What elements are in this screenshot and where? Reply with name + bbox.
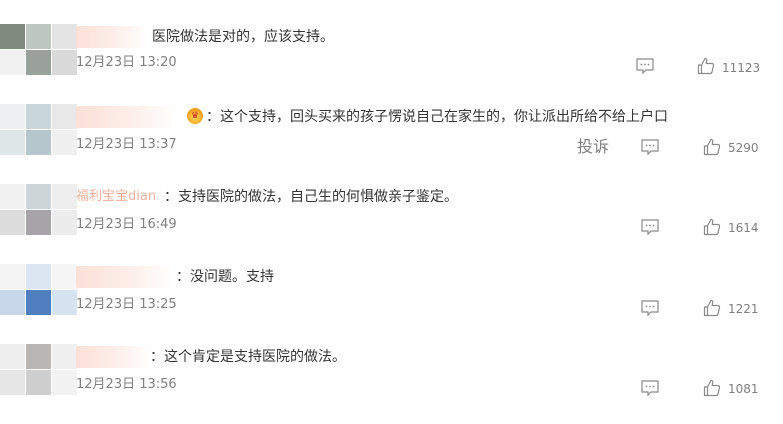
avatar-pixel [26,264,51,289]
comment-time: 12月23日 16:49 [76,217,177,232]
avatar-pixel [26,370,51,395]
avatar-pixel [26,344,51,369]
thumbs-up-icon[interactable] [703,138,721,156]
thumbs-up-icon[interactable] [703,299,721,317]
comment-bubble-icon[interactable] [636,58,654,74]
avatar-pixel [26,290,51,315]
username-blurred[interactable] [76,346,150,368]
avatar-pixel [0,184,25,209]
avatar-pixel [52,24,77,49]
comment-text: 医院做法是对的，应该支持。 [152,29,334,45]
comment-time: 12月23日 13:37 [76,137,177,152]
avatar-pixel [26,104,51,129]
avatar-pixel [26,184,51,209]
thumbs-up-icon[interactable] [703,379,721,397]
username-blurred[interactable] [76,26,148,48]
like-count: 11123 [722,61,761,75]
avatar-pixel [52,290,77,315]
crown-badge-icon: ♛ [187,108,203,124]
comment-item: 医院做法是对的，应该支持。 12月23日 13:20 11123 [0,24,783,104]
comment-text: ：支持医院的做法，自己生的何惧做亲子鉴定。 [164,189,458,205]
avatar-pixel [52,184,77,209]
username-blurred[interactable] [76,266,174,288]
avatar-pixel [0,104,25,129]
avatar[interactable] [0,24,77,80]
avatar-pixel [0,50,25,75]
avatar[interactable] [0,344,77,400]
comment-bubble-icon[interactable] [641,219,659,235]
comment-bubble-icon[interactable] [641,380,659,396]
like-count: 5290 [728,141,759,155]
avatar-pixel [52,344,77,369]
username-blurred[interactable] [76,106,176,128]
avatar-pixel [0,370,25,395]
avatar-pixel [0,24,25,49]
comment-text: ：没问题。支持 [176,269,274,285]
avatar-pixel [26,50,51,75]
avatar-pixel [52,130,77,155]
comment-item: ♛ ：这个支持，回头买来的孩子愣说自己在家生的，你让派出所给不给上户口 12月2… [0,104,783,184]
avatar-pixel [52,370,77,395]
thumbs-up-icon[interactable] [697,57,715,75]
avatar-pixel [52,50,77,75]
avatar-pixel [0,290,25,315]
like-count: 1221 [728,302,759,316]
avatar[interactable] [0,264,77,320]
avatar-pixel [52,264,77,289]
avatar-pixel [26,210,51,235]
comment-bubble-icon[interactable] [641,300,659,316]
username[interactable]: 福利宝宝dian [76,186,168,208]
avatar-pixel [0,264,25,289]
avatar-pixel [52,104,77,129]
like-count: 1614 [728,221,759,235]
avatar-pixel [0,344,25,369]
avatar-pixel [26,24,51,49]
comment-bubble-icon[interactable] [641,139,659,155]
avatar-pixel [52,210,77,235]
comment-item: ：没问题。支持 12月23日 13:25 1221 [0,264,783,344]
report-link[interactable]: 投诉 [577,137,609,157]
comment-time: 12月23日 13:25 [76,297,177,312]
comment-item: 福利宝宝dian ：支持医院的做法，自己生的何惧做亲子鉴定。 12月23日 16… [0,184,783,264]
avatar-pixel [0,210,25,235]
avatar[interactable] [0,104,77,160]
comment-item: ：这个肯定是支持医院的做法。 12月23日 13:56 1081 [0,344,783,424]
avatar-pixel [0,130,25,155]
comment-text: ：这个支持，回头买来的孩子愣说自己在家生的，你让派出所给不给上户口 [206,109,668,125]
thumbs-up-icon[interactable] [703,218,721,236]
comment-text: ：这个肯定是支持医院的做法。 [150,349,346,365]
avatar-pixel [26,130,51,155]
comment-time: 12月23日 13:56 [76,377,177,392]
comment-time: 12月23日 13:20 [76,55,177,70]
avatar[interactable] [0,184,77,240]
like-count: 1081 [728,382,759,396]
